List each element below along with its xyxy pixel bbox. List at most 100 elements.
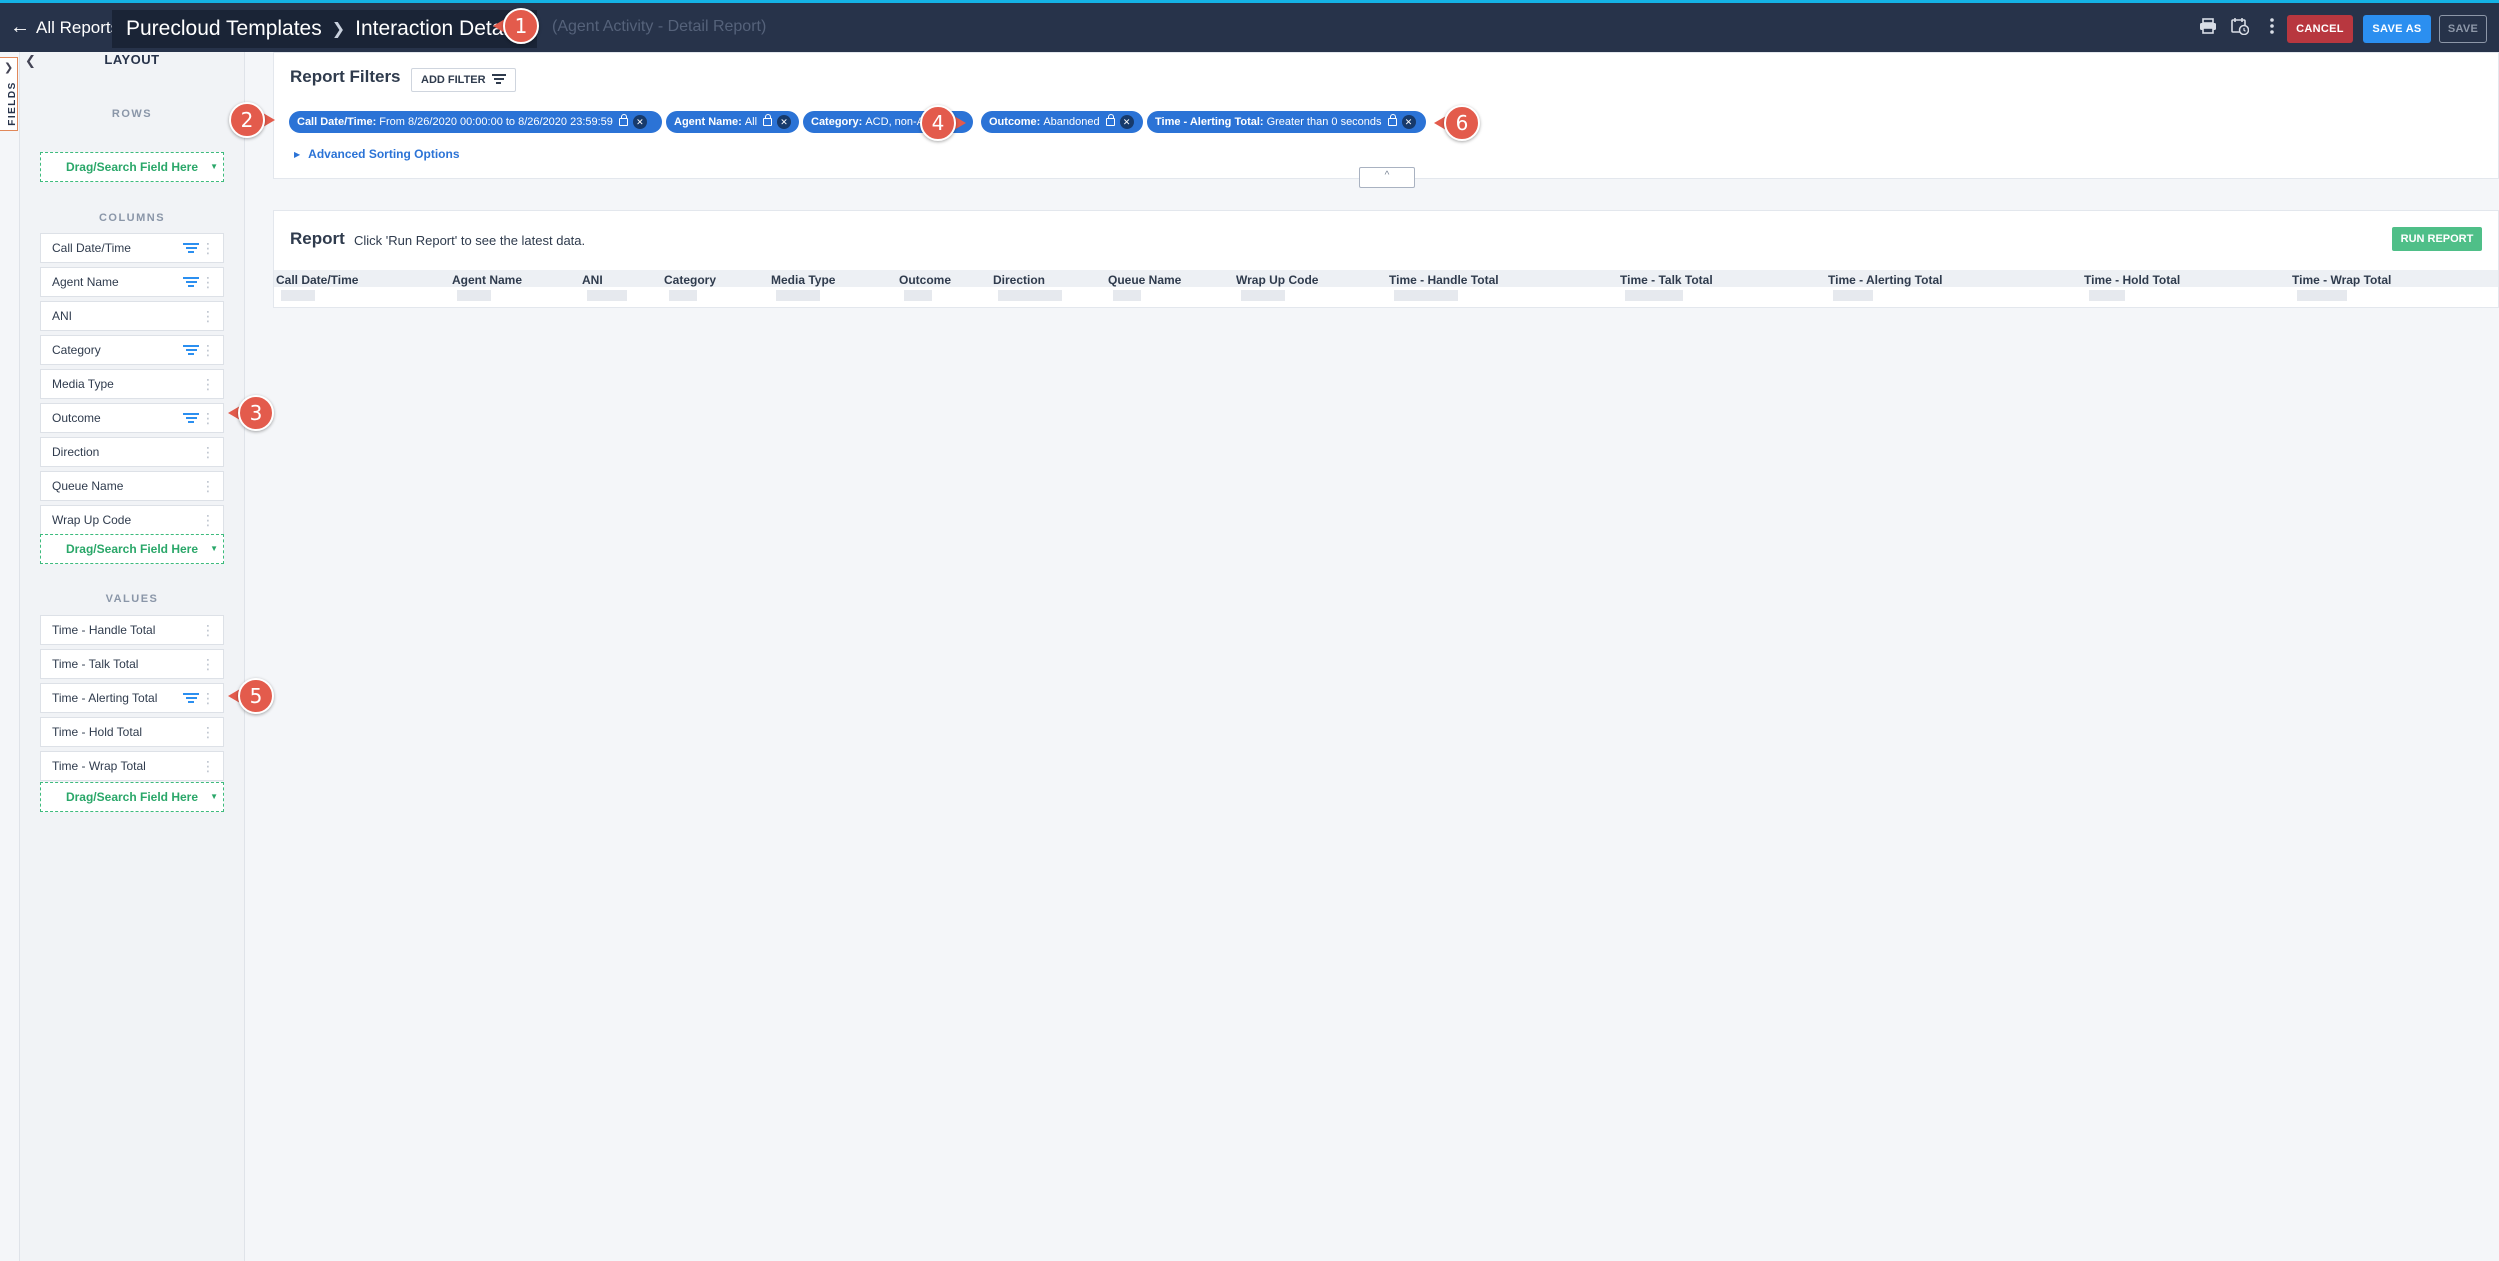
lock-icon[interactable] — [1105, 114, 1115, 126]
drag-handle-icon[interactable]: ⋮ — [201, 411, 215, 425]
cell-placeholder — [457, 290, 491, 301]
filter-chip-agent-name[interactable]: Agent Name: All ✕ — [666, 111, 799, 133]
print-icon[interactable] — [2198, 16, 2218, 36]
remove-filter-icon[interactable]: ✕ — [632, 115, 647, 129]
cell-placeholder — [281, 290, 315, 301]
column-field[interactable]: Call Date/Time ⋮ — [40, 233, 224, 263]
columns-drop-zone[interactable]: Drag/Search Field Here ▼ — [40, 534, 224, 564]
cell-placeholder — [776, 290, 820, 301]
filter-icon — [491, 74, 506, 86]
drag-handle-icon[interactable]: ⋮ — [201, 445, 215, 459]
drag-handle-icon[interactable]: ⋮ — [201, 725, 215, 739]
field-label: ANI — [52, 309, 73, 323]
lock-icon[interactable] — [1387, 114, 1397, 126]
value-field[interactable]: Time - Alerting Total ⋮ — [40, 683, 224, 713]
remove-filter-icon[interactable]: ✕ — [1401, 115, 1416, 129]
more-vert-icon[interactable] — [2262, 16, 2282, 36]
field-label: Time - Talk Total — [52, 657, 139, 671]
column-header[interactable]: Category — [664, 273, 716, 287]
column-field[interactable]: Queue Name ⋮ — [40, 471, 224, 501]
cell-placeholder — [1113, 290, 1141, 301]
column-header[interactable]: Time - Wrap Total — [2292, 273, 2391, 287]
layout-panel: ❮ LAYOUT ROWS Drag/Search Field Here ▼ CO… — [19, 52, 245, 1261]
drag-handle-icon[interactable]: ⋮ — [201, 309, 215, 323]
field-label: Agent Name — [52, 275, 119, 289]
cancel-button[interactable]: CANCEL — [2287, 15, 2353, 43]
values-drop-zone[interactable]: Drag/Search Field Here ▼ — [40, 782, 224, 812]
column-field[interactable]: Wrap Up Code ⋮ — [40, 505, 224, 535]
lock-icon[interactable] — [763, 114, 773, 126]
column-field[interactable]: Agent Name ⋮ — [40, 267, 224, 297]
drop-zone-label: Drag/Search Field Here — [65, 160, 199, 174]
column-header[interactable]: Media Type — [771, 273, 835, 287]
save-as-button[interactable]: SAVE AS — [2363, 15, 2431, 43]
drag-handle-icon[interactable]: ⋮ — [201, 623, 215, 637]
field-label: Wrap Up Code — [52, 513, 132, 527]
column-header[interactable]: Outcome — [899, 273, 951, 287]
drag-handle-icon[interactable]: ⋮ — [201, 691, 215, 705]
remove-filter-icon[interactable]: ✕ — [1119, 115, 1134, 129]
drag-handle-icon[interactable]: ⋮ — [201, 241, 215, 255]
add-filter-button[interactable]: ADD FILTER — [411, 68, 516, 92]
filter-icon[interactable] — [183, 243, 199, 254]
chevron-down-icon[interactable]: ▼ — [210, 162, 218, 171]
chip-value: From 8/26/2020 00:00:00 to 8/26/2020 23:… — [379, 116, 613, 128]
value-field[interactable]: Time - Wrap Total ⋮ — [40, 751, 224, 781]
column-header[interactable]: Time - Talk Total — [1620, 273, 1713, 287]
add-filter-label: ADD FILTER — [421, 74, 486, 86]
drop-zone-label: Drag/Search Field Here — [65, 542, 199, 556]
column-header[interactable]: Time - Handle Total — [1389, 273, 1499, 287]
filter-chip-call-date[interactable]: Call Date/Time: From 8/26/2020 00:00:00 t… — [289, 111, 662, 133]
value-field[interactable]: Time - Handle Total ⋮ — [40, 615, 224, 645]
column-header[interactable]: Time - Alerting Total — [1828, 273, 1942, 287]
callout-5: 5 — [228, 678, 274, 714]
remove-filter-icon[interactable]: ✕ — [777, 115, 792, 129]
filter-icon[interactable] — [183, 413, 199, 424]
collapse-filters-button[interactable]: ^ — [1359, 167, 1415, 188]
drag-handle-icon[interactable]: ⋮ — [201, 275, 215, 289]
column-header[interactable]: Wrap Up Code — [1236, 273, 1318, 287]
column-header[interactable]: Call Date/Time — [276, 273, 358, 287]
drag-handle-icon[interactable]: ⋮ — [201, 377, 215, 391]
drag-handle-icon[interactable]: ⋮ — [201, 657, 215, 671]
field-label: Outcome — [52, 411, 101, 425]
filter-icon[interactable] — [183, 693, 199, 704]
column-field[interactable]: Category ⋮ — [40, 335, 224, 365]
chevron-down-icon[interactable]: ▼ — [210, 544, 218, 553]
run-report-button[interactable]: RUN REPORT — [2392, 227, 2482, 251]
drag-handle-icon[interactable]: ⋮ — [201, 513, 215, 527]
column-header[interactable]: Direction — [993, 273, 1045, 287]
value-field[interactable]: Time - Talk Total ⋮ — [40, 649, 224, 679]
filter-chip-outcome[interactable]: Outcome: Abandoned ✕ — [981, 111, 1143, 133]
chevron-right-icon: ❯ — [4, 62, 14, 74]
lock-icon[interactable] — [618, 114, 628, 126]
chevron-down-icon[interactable]: ▼ — [210, 792, 218, 801]
callout-3: 3 — [228, 395, 274, 431]
columns-section-label: COLUMNS — [98, 212, 166, 224]
column-header[interactable]: Time - Hold Total — [2084, 273, 2180, 287]
column-field[interactable]: Media Type ⋮ — [40, 369, 224, 399]
advanced-sorting-toggle[interactable]: ▶ Advanced Sorting Options — [294, 147, 460, 161]
all-reports-link[interactable]: ← All Reports — [10, 16, 119, 39]
filter-icon[interactable] — [183, 345, 199, 356]
column-header[interactable]: ANI — [582, 273, 603, 287]
filter-icon[interactable] — [183, 277, 199, 288]
value-field[interactable]: Time - Hold Total ⋮ — [40, 717, 224, 747]
column-header[interactable]: Queue Name — [1108, 273, 1181, 287]
save-button[interactable]: SAVE — [2439, 15, 2487, 43]
schedule-icon[interactable] — [2230, 16, 2250, 36]
column-field[interactable]: Outcome ⋮ — [40, 403, 224, 433]
breadcrumb-templates[interactable]: Purecloud Templates — [126, 17, 322, 41]
cell-placeholder — [1241, 290, 1285, 301]
filter-chip-alerting-total[interactable]: Time - Alerting Total: Greater than 0 sec… — [1147, 111, 1426, 133]
drag-handle-icon[interactable]: ⋮ — [201, 479, 215, 493]
fields-tab[interactable]: ❯ FIELDS — [0, 57, 18, 131]
rows-drop-zone[interactable]: Drag/Search Field Here ▼ — [40, 152, 224, 182]
values-section-label: VALUES — [105, 593, 159, 605]
column-field[interactable]: ANI ⋮ — [40, 301, 224, 331]
column-field[interactable]: Direction ⋮ — [40, 437, 224, 467]
drag-handle-icon[interactable]: ⋮ — [201, 343, 215, 357]
column-header[interactable]: Agent Name — [452, 273, 522, 287]
drag-handle-icon[interactable]: ⋮ — [201, 759, 215, 773]
cell-placeholder — [904, 290, 932, 301]
